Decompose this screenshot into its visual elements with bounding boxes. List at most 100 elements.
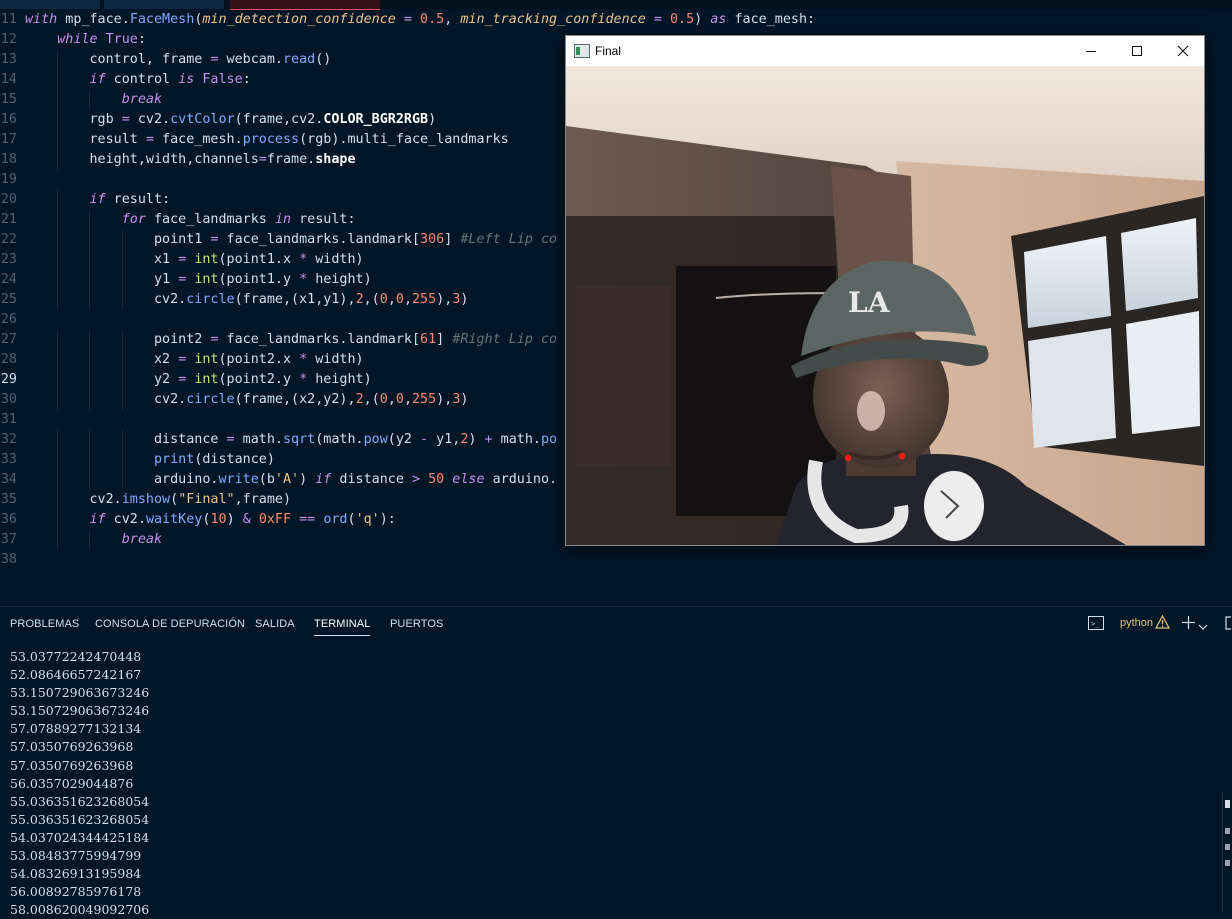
minimize-icon [1086, 51, 1096, 52]
code-text: print(distance) [154, 452, 275, 467]
terminal-name[interactable]: python [1120, 617, 1153, 629]
bottom-panel: PROBLEMAS CONSOLA DE DEPURACIÓN SALIDA T… [0, 606, 1232, 917]
line-number: 35 [0, 492, 17, 507]
line-number: 29 [0, 372, 17, 387]
code-text: break [121, 532, 163, 547]
line-number: 23 [0, 252, 17, 267]
window-title: Final [595, 44, 622, 58]
code-text: y2 = int(point2.y * height) [25, 372, 372, 387]
code-text: distance = math.sqrt(math.pow(y2 - y1,2)… [25, 432, 558, 447]
line-number: 17 [0, 132, 17, 147]
terminal-line: 53.150729063673246 [10, 703, 150, 719]
right-lip-landmark [898, 452, 906, 460]
terminal-icon: >_ [1088, 616, 1104, 635]
terminal-line: 56.0357029044876 [10, 775, 134, 791]
line-number: 14 [0, 72, 17, 87]
code-text: x2 = int(point2.x * width) [25, 352, 364, 367]
editor-tab[interactable] [0, 0, 100, 9]
code-text: with mp_face.FaceMesh(min_detection_conf… [25, 12, 816, 27]
webcam-image: LA [566, 66, 1204, 545]
code-text: while True: [57, 32, 146, 47]
line-number: 27 [0, 332, 17, 347]
code-text: for face_landmarks in result: [121, 212, 356, 227]
opencv-window[interactable]: Final LA [565, 35, 1205, 546]
maximize-button[interactable] [1114, 36, 1160, 66]
left-lip-landmark [844, 454, 852, 462]
line-number: 28 [0, 352, 17, 367]
line-number: 31 [0, 412, 17, 427]
terminal-output[interactable]: 53.03772242470448 52.08646657242167 53.150… [10, 648, 149, 919]
line-number: 36 [0, 512, 17, 527]
line-number: 24 [0, 272, 17, 287]
terminal-line: 58.008620049092706 [10, 902, 150, 918]
window-titlebar[interactable]: Final [566, 36, 1204, 66]
opencv-window-icon [574, 44, 590, 58]
line-number: 32 [0, 432, 17, 447]
terminal-line: 55.036351623268054 [10, 811, 150, 827]
code-text: cv2.circle(frame,(x2,y2),2,(0,0,255),3) [25, 392, 469, 407]
code-text: arduino.write(b'A') if distance > 50 els… [25, 472, 558, 487]
terminal-line: 53.08483775994799 [10, 848, 142, 864]
line-number: 18 [0, 152, 17, 167]
line-number: 37 [0, 532, 17, 547]
line-number: 13 [0, 52, 17, 67]
line-number: 26 [0, 312, 17, 327]
line-number: 22 [0, 232, 17, 247]
terminal-line: 54.037024344425184 [10, 829, 150, 845]
line-number: 38 [0, 552, 17, 567]
line-number: 34 [0, 472, 17, 487]
editor-tab-active[interactable] [230, 0, 380, 10]
tab-terminal[interactable]: TERMINAL [314, 618, 371, 636]
adjacent-window-edge [1222, 792, 1232, 912]
code-text: cv2.imshow("Final",frame) [25, 492, 292, 507]
code-text: if result: [89, 192, 171, 207]
editor-tab[interactable] [104, 0, 224, 9]
code-text: point1 = face_landmarks.landmark[306] #L… [25, 232, 558, 247]
line-number: 16 [0, 112, 17, 127]
code-text: break [121, 92, 163, 107]
warning-icon[interactable] [1154, 614, 1171, 634]
terminal-line: 53.03772242470448 [10, 649, 142, 664]
split-terminal-icon[interactable] [1224, 616, 1232, 635]
terminal-line: 56.00892785976178 [10, 884, 142, 900]
code-text: y1 = int(point1.y * height) [25, 272, 372, 287]
line-number: 20 [0, 192, 17, 207]
close-icon [1177, 45, 1189, 57]
plus-icon[interactable] [1182, 616, 1195, 634]
line-number: 11 [0, 12, 17, 27]
code-text: control, frame = webcam.read() [25, 52, 332, 67]
terminal-line: 57.0350769263968 [10, 757, 134, 773]
terminal-line: 57.07889277132134 [10, 721, 142, 737]
code-text: rgb = cv2.cvtColor(frame,cv2.COLOR_BGR2R… [25, 112, 437, 127]
line-number: 30 [0, 392, 17, 407]
tab-ports[interactable]: PUERTOS [390, 618, 443, 630]
tab-debug-console[interactable]: CONSOLA DE DEPURACIÓN [95, 618, 245, 630]
minimize-button[interactable] [1068, 36, 1114, 66]
code-text: cv2.circle(frame,(x1,y1),2,(0,0,255),3) [25, 292, 469, 307]
terminal-line: 55.036351623268054 [10, 793, 150, 809]
code-text: height,width,channels=frame.shape [25, 152, 356, 167]
tab-output[interactable]: SALIDA [255, 618, 295, 630]
chevron-down-icon[interactable] [1198, 618, 1208, 636]
line-number: 21 [0, 212, 17, 227]
panel-tab-bar: PROBLEMAS CONSOLA DE DEPURACIÓN SALIDA T… [0, 607, 1232, 641]
code-text: x1 = int(point1.x * width) [25, 252, 364, 267]
maximize-icon [1132, 46, 1142, 56]
line-number: 12 [0, 32, 17, 47]
tab-problems[interactable]: PROBLEMAS [10, 618, 79, 630]
editor-tab-strip [0, 0, 1232, 10]
code-text: point2 = face_landmarks.landmark[61] #Ri… [25, 332, 558, 347]
terminal-line: 52.08646657242167 [10, 667, 142, 683]
svg-text:LA: LA [848, 286, 891, 319]
line-number: 15 [0, 92, 17, 107]
code-line[interactable]: 38 [0, 550, 1232, 570]
line-number: 19 [0, 172, 17, 187]
code-text: if control is False: [89, 72, 251, 87]
terminal-line: 53.150729063673246 [10, 685, 150, 701]
svg-text:>_: >_ [1091, 620, 1100, 628]
code-line[interactable]: 11 with mp_face.FaceMesh(min_detection_co… [0, 10, 1232, 30]
terminal-line: 57.0350769263968 [10, 739, 134, 755]
code-text: if cv2.waitKey(10) & 0xFF == ord('q'): [89, 512, 396, 527]
webcam-frame: LA [566, 66, 1204, 545]
close-button[interactable] [1160, 36, 1206, 66]
